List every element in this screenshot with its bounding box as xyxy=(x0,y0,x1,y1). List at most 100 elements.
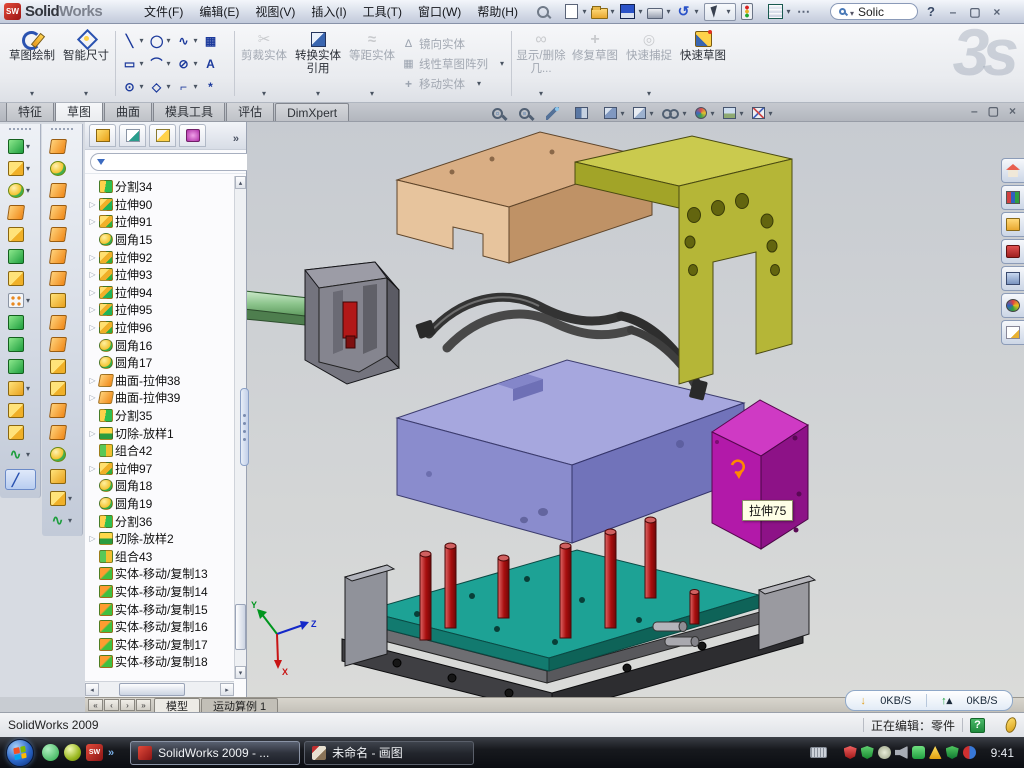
toolbar-button[interactable] xyxy=(8,315,33,330)
menu-item[interactable]: 视图(V) xyxy=(247,0,303,23)
model-side-block[interactable] xyxy=(712,400,808,549)
menu-item[interactable]: 文件(F) xyxy=(136,0,191,23)
dropdown-arrow-icon[interactable] xyxy=(766,109,775,118)
view-toolbar-button[interactable] xyxy=(723,107,746,119)
toolbar-button[interactable] xyxy=(50,425,75,440)
tree-item[interactable]: 分割35 xyxy=(88,407,234,425)
document-window-button[interactable]: ▢ xyxy=(988,104,999,118)
dropdown-arrow-icon[interactable] xyxy=(784,7,793,16)
toolbar-button[interactable] xyxy=(50,205,75,220)
help-button[interactable]: ? xyxy=(922,4,940,19)
quick-launch-icon[interactable] xyxy=(86,744,103,761)
sketch-entity-button[interactable]: ⊘ xyxy=(175,52,202,75)
tree-item[interactable]: 切除-放样2 xyxy=(88,530,234,548)
feature-manager-tab[interactable] xyxy=(179,124,206,147)
toolbar-button[interactable] xyxy=(8,227,33,242)
tree-item[interactable]: 圆角16 xyxy=(88,336,234,354)
tree-item[interactable]: 圆角18 xyxy=(88,477,234,495)
tree-item[interactable]: 实体-移动/复制14 xyxy=(88,583,234,601)
view-toolbar-button[interactable] xyxy=(633,107,656,119)
taskbar-clock[interactable]: 9:41 xyxy=(991,746,1014,760)
quick-launch-icon[interactable]: » xyxy=(108,744,114,761)
view-toolbar-button[interactable] xyxy=(492,108,513,119)
dropdown-arrow-icon[interactable] xyxy=(370,87,374,100)
expand-arrow-icon[interactable] xyxy=(88,200,97,209)
taskpane-tab[interactable] xyxy=(1001,212,1024,237)
dropdown-arrow-icon[interactable] xyxy=(580,7,589,16)
tree-item[interactable]: 拉伸90 xyxy=(88,196,234,214)
tray-icon[interactable] xyxy=(861,746,874,759)
ribbon-stack-button[interactable]: 线性草图阵列 xyxy=(402,56,504,72)
dropdown-arrow-icon[interactable] xyxy=(316,87,320,100)
model-clamp-plate[interactable] xyxy=(575,136,792,384)
view-toolbar-button[interactable] xyxy=(752,107,775,119)
expand-arrow-icon[interactable] xyxy=(88,253,97,262)
tree-item[interactable]: 曲面-拉伸39 xyxy=(88,389,234,407)
quickbar-button[interactable] xyxy=(534,4,562,20)
quickbar-button[interactable] xyxy=(562,4,590,20)
ribbon-stack-button[interactable]: 移动实体 xyxy=(402,76,504,92)
view-toolbar-button[interactable] xyxy=(662,108,689,118)
dropdown-arrow-icon[interactable] xyxy=(24,164,33,173)
toolbar-button[interactable] xyxy=(50,183,75,198)
quickbar-button[interactable] xyxy=(738,4,766,20)
taskbar-task-button[interactable]: 未命名 - 画图 xyxy=(304,741,474,765)
window-control-button[interactable]: × xyxy=(990,5,1004,19)
sketch-entity-button[interactable]: ⌒ xyxy=(148,52,175,75)
quickbar-button[interactable] xyxy=(766,4,794,20)
dropdown-arrow-icon[interactable] xyxy=(647,87,651,100)
toolbar-button[interactable] xyxy=(8,161,33,176)
document-window-button[interactable]: × xyxy=(1009,104,1016,118)
keyboard-tray-icon[interactable] xyxy=(810,747,827,758)
toolbar-button[interactable] xyxy=(50,293,75,308)
quickbar-button[interactable] xyxy=(646,4,674,20)
menu-item[interactable]: 编辑(E) xyxy=(191,0,247,23)
expand-arrow-icon[interactable] xyxy=(88,429,97,438)
sketch-entity-button[interactable]: ▭ xyxy=(121,52,148,75)
sketch-entity-button[interactable]: ╲ xyxy=(121,29,148,52)
ribbon-tab[interactable]: 模具工具 xyxy=(153,100,225,121)
dropdown-arrow-icon[interactable] xyxy=(191,36,200,45)
tray-icon[interactable] xyxy=(929,746,942,759)
dropdown-arrow-icon[interactable] xyxy=(191,82,200,91)
toolbar-button[interactable] xyxy=(8,425,33,440)
tree-item[interactable]: 曲面-拉伸38 xyxy=(88,372,234,390)
dropdown-arrow-icon[interactable] xyxy=(137,36,146,45)
toolbar-button[interactable] xyxy=(50,315,75,330)
quickbar-button[interactable] xyxy=(704,3,736,21)
view-toolbar-button[interactable] xyxy=(575,107,598,119)
network-speed-widget[interactable]: 0KB/S 0KB/S xyxy=(845,690,1013,711)
model-insert-block[interactable] xyxy=(305,262,399,384)
doc-nav-button[interactable]: ‹ xyxy=(104,699,119,711)
tree-item[interactable]: 圆角15 xyxy=(88,231,234,249)
view-toolbar-button[interactable] xyxy=(546,107,569,120)
dropdown-arrow-icon[interactable] xyxy=(164,59,173,68)
tree-item[interactable]: 拉伸97 xyxy=(88,460,234,478)
scroll-up-button[interactable] xyxy=(235,176,246,189)
ribbon-tab[interactable]: 特征 xyxy=(6,100,54,121)
tray-icon[interactable] xyxy=(912,746,925,759)
model-top-plate[interactable] xyxy=(397,132,652,263)
taskpane-tab[interactable] xyxy=(1001,158,1024,183)
dropdown-arrow-icon[interactable] xyxy=(608,7,617,16)
toolbar-button[interactable] xyxy=(8,183,33,198)
dropdown-arrow-icon[interactable] xyxy=(724,7,733,16)
model-canvas[interactable]: Y Z X xyxy=(247,122,1024,697)
dropdown-arrow-icon[interactable] xyxy=(66,494,75,503)
tray-icon[interactable] xyxy=(946,746,959,759)
sketch-entity-button[interactable]: A xyxy=(202,52,229,75)
toolbar-button[interactable] xyxy=(50,359,75,374)
dropdown-arrow-icon[interactable] xyxy=(84,87,88,100)
expand-arrow-icon[interactable] xyxy=(88,464,97,473)
tree-item[interactable]: 分割34 xyxy=(88,178,234,196)
doc-nav-button[interactable]: › xyxy=(120,699,135,711)
tree-item[interactable]: 拉伸94 xyxy=(88,284,234,302)
toolbar-button[interactable] xyxy=(8,205,33,220)
toolbar-button[interactable]: ∿ xyxy=(8,447,33,462)
tree-item[interactable]: 拉伸96 xyxy=(88,319,234,337)
dropdown-arrow-icon[interactable] xyxy=(137,82,146,91)
dropdown-arrow-icon[interactable] xyxy=(500,59,504,68)
toolbar-button[interactable] xyxy=(50,271,75,286)
tree-item[interactable]: 拉伸93 xyxy=(88,266,234,284)
expand-arrow-icon[interactable] xyxy=(88,270,97,279)
